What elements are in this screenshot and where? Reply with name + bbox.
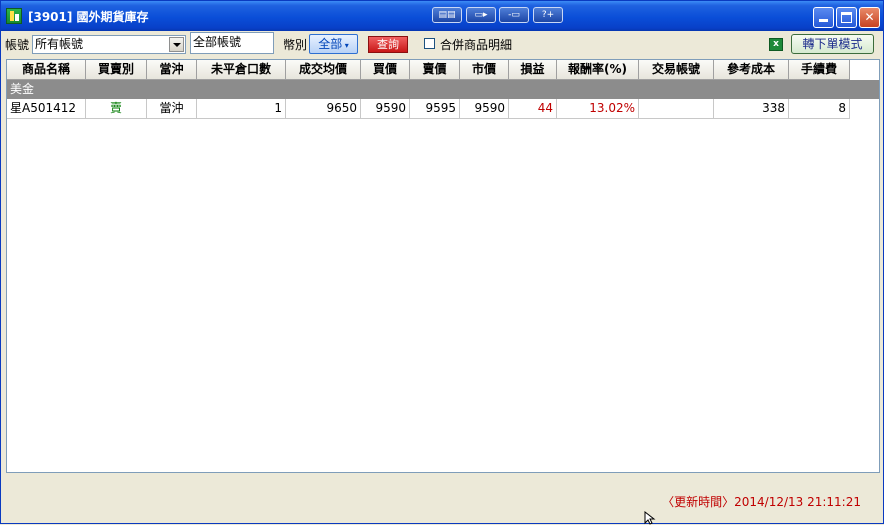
tile-windows-icon[interactable]: ▤▤: [432, 7, 462, 23]
col-header-account[interactable]: 交易帳號: [639, 60, 714, 80]
cell-return-rate: 13.02%: [557, 99, 639, 119]
col-header-fee[interactable]: 手續費: [789, 60, 850, 80]
cell-daytrade: 當沖: [147, 99, 197, 119]
close-button[interactable]: ✕: [859, 7, 880, 28]
merge-detail-label: 合併商品明細: [440, 38, 513, 52]
cell-market: 9590: [460, 99, 509, 119]
account-label: 帳號: [5, 38, 30, 52]
col-header-side[interactable]: 買賣別: [86, 60, 147, 80]
switch-order-mode-button[interactable]: 轉下單模式: [791, 34, 874, 54]
main-window: [3901] 國外期貨庫存 ▤▤ ▭▸ -▭ ?+ ✕ 帳號 所有帳號 全部帳號…: [0, 0, 884, 525]
col-header-daytrade[interactable]: 當沖: [147, 60, 197, 80]
mouse-cursor-icon: [644, 511, 656, 525]
cell-open-qty: 1: [197, 99, 286, 119]
group-row-usd[interactable]: 美金: [7, 80, 879, 99]
window-arrange-icon[interactable]: ▭▸: [466, 7, 496, 23]
currency-label: 幣別: [283, 38, 308, 52]
currency-dropdown[interactable]: 全部 ▾: [309, 34, 358, 54]
window-title: [3901] 國外期貨庫存: [28, 10, 149, 24]
cell-product: 星A501412: [7, 99, 86, 119]
title-bar[interactable]: [3901] 國外期貨庫存 ▤▤ ▭▸ -▭ ?+ ✕: [1, 1, 883, 31]
col-header-open-qty[interactable]: 未平倉口數: [197, 60, 286, 80]
col-header-product[interactable]: 商品名稱: [7, 60, 86, 80]
account-select-value: 所有帳號: [35, 37, 84, 51]
cell-account: [639, 99, 714, 119]
app-icon: [6, 8, 22, 24]
merge-detail-checkbox[interactable]: [424, 38, 435, 49]
update-time-status: 〈更新時間〉2014/12/13 21:11:21: [662, 495, 861, 509]
minimize-button[interactable]: [813, 7, 834, 28]
cell-ask: 9595: [410, 99, 460, 119]
filter-toolbar: 帳號 所有帳號 全部帳號 幣別 全部 ▾ 查詢 合併商品明細 x 轉下單模式: [1, 31, 883, 57]
col-header-market[interactable]: 市價: [460, 60, 509, 80]
account-text-field[interactable]: 全部帳號: [190, 32, 274, 54]
col-header-ask[interactable]: 賣價: [410, 60, 460, 80]
col-header-pnl[interactable]: 損益: [509, 60, 557, 80]
chevron-down-icon[interactable]: [169, 37, 184, 52]
inventory-grid: 商品名稱 買賣別 當沖 未平倉口數 成交均價 買價 賣價 市價 損益 報酬率(%…: [6, 59, 880, 473]
maximize-button[interactable]: [836, 7, 857, 28]
help-icon[interactable]: ?+: [533, 7, 563, 23]
col-header-ref-cost[interactable]: 參考成本: [714, 60, 789, 80]
col-header-avg-price[interactable]: 成交均價: [286, 60, 361, 80]
cell-avg-price: 9650: [286, 99, 361, 119]
col-header-bid[interactable]: 買價: [361, 60, 410, 80]
currency-dropdown-value: 全部: [318, 37, 343, 51]
cell-ref-cost: 338: [714, 99, 789, 119]
excel-export-icon[interactable]: x: [769, 38, 783, 51]
cell-pnl: 44: [509, 99, 557, 119]
cell-side: 賣: [86, 99, 147, 119]
account-select[interactable]: 所有帳號: [32, 35, 186, 54]
cell-fee: 8: [789, 99, 850, 119]
query-button[interactable]: 查詢: [368, 36, 408, 53]
col-header-return-rate[interactable]: 報酬率(%): [557, 60, 639, 80]
caret-down-icon: ▾: [342, 41, 349, 50]
cell-bid: 9590: [361, 99, 410, 119]
window-dock-icon[interactable]: -▭: [499, 7, 529, 23]
